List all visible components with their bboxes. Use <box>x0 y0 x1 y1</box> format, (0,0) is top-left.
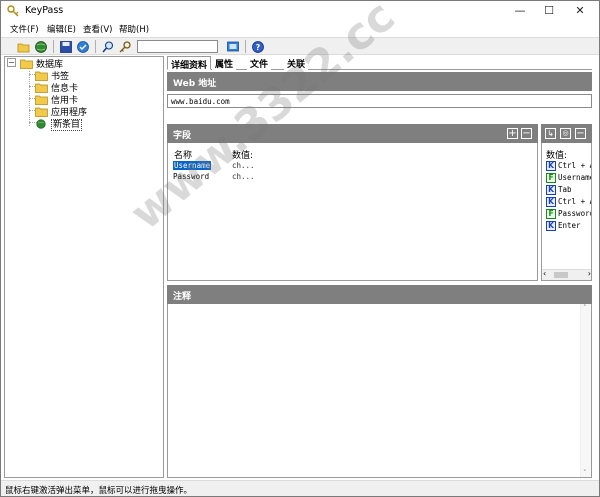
scroll-right-icon[interactable]: › <box>588 269 591 278</box>
tree-collapse-toggle[interactable]: − <box>7 58 16 67</box>
app-window: KeyPass — ☐ ✕ 文件(F) 编辑(E) 查看(V) 帮助(H) ? … <box>0 0 600 497</box>
minimize-button[interactable]: — <box>505 1 535 21</box>
folder-icon <box>35 71 48 81</box>
notes-textarea[interactable]: ˄ ˅ <box>167 304 592 478</box>
svg-text:?: ? <box>256 43 261 52</box>
tree-item-applications[interactable]: 应用程序 <box>35 105 87 118</box>
keystroke-icon: K <box>546 221 556 231</box>
sync-icon[interactable] <box>76 40 90 54</box>
title-bar: KeyPass — ☐ ✕ <box>1 1 599 21</box>
keystroke-icon: K <box>546 185 556 195</box>
tab-relations[interactable]: 关联 <box>284 56 309 70</box>
keystroke-icon: K <box>546 197 556 207</box>
sequence-item[interactable]: K Ctrl + A <box>546 197 591 208</box>
tab-details[interactable]: 详细资料 <box>167 56 212 71</box>
notes-header: 注释 <box>167 285 592 304</box>
maximize-button[interactable]: ☐ <box>534 1 564 21</box>
menu-bar: 文件(F) 编辑(E) 查看(V) 帮助(H) <box>1 22 599 36</box>
tree-item-label: 新条目 <box>51 119 83 131</box>
tree-item-bookmarks[interactable]: 书签 <box>35 69 69 82</box>
globe-entry-icon <box>36 118 46 129</box>
category-tree[interactable] <box>4 56 164 478</box>
open-folder-icon[interactable] <box>17 40 31 54</box>
autotype-settings-button[interactable]: ◎ <box>560 128 571 139</box>
status-bar: 鼠标右键激活弹出菜单，鼠标可以进行拖曳操作。 <box>1 480 599 496</box>
keys-icon <box>7 5 19 17</box>
autotype-remove-button[interactable]: − <box>575 128 586 139</box>
screen-icon[interactable] <box>226 40 240 54</box>
sequence-item[interactable]: F Password <box>546 209 591 220</box>
tree-item-info-card[interactable]: 信息卡 <box>35 81 78 94</box>
field-password-name[interactable]: Password <box>173 172 209 181</box>
sequence-item[interactable]: K Ctrl + A <box>546 161 591 172</box>
toolbar-separator <box>95 40 96 53</box>
save-icon[interactable] <box>59 40 73 54</box>
autotype-insert-button[interactable]: ↳ <box>545 128 556 139</box>
values-header: 数值: <box>546 151 568 161</box>
tab-files[interactable]: 文件 <box>247 56 272 70</box>
folder-icon <box>35 95 48 105</box>
autotype-sequence[interactable]: 数值: K Ctrl + A F Username K Tab K Ctrl + A F… <box>541 143 592 281</box>
menu-help[interactable]: 帮助(H) <box>119 23 149 35</box>
field-icon: F <box>546 209 556 219</box>
scroll-down-icon[interactable]: ˅ <box>583 469 587 477</box>
menu-file[interactable]: 文件(F) <box>10 23 39 35</box>
fields-header-label: 字段 <box>173 131 192 141</box>
folder-icon <box>35 83 48 93</box>
scroll-thumb[interactable] <box>554 272 568 278</box>
tree-item-new-entry[interactable]: 新条目 <box>35 117 83 131</box>
sequence-item[interactable]: F Username <box>546 173 591 184</box>
fields-header: 字段 <box>167 124 538 143</box>
close-button[interactable]: ✕ <box>565 1 595 21</box>
toolbar-separator <box>53 40 54 53</box>
search-icon[interactable] <box>101 40 115 54</box>
search-input[interactable] <box>137 40 218 53</box>
web-address-header: Web 地址 <box>167 72 592 91</box>
toolbar-separator <box>245 40 246 53</box>
horizontal-scrollbar[interactable]: ‹ › <box>542 269 591 280</box>
tree-item-credit-card[interactable]: 信用卡 <box>35 93 78 106</box>
scroll-left-icon[interactable]: ‹ <box>543 269 546 278</box>
menu-view[interactable]: 查看(V) <box>83 23 112 35</box>
menu-edit[interactable]: 编辑(E) <box>47 23 76 35</box>
folder-open-icon <box>20 59 33 69</box>
remove-field-button[interactable]: − <box>521 128 532 139</box>
vertical-scrollbar[interactable]: ˄ ˅ <box>580 304 591 477</box>
toolbar: ? <box>1 37 599 55</box>
field-username-name[interactable]: Username <box>173 161 212 170</box>
globe-icon[interactable] <box>34 40 48 54</box>
tab-properties[interactable]: 属性 <box>212 56 237 70</box>
column-name-header: 名称 <box>174 151 193 161</box>
field-password-value[interactable]: ch... <box>232 172 255 181</box>
column-value-header: 数值: <box>232 151 254 161</box>
field-icon: F <box>546 173 556 183</box>
folder-icon <box>35 107 48 117</box>
sequence-item[interactable]: K Tab <box>546 185 572 196</box>
window-title: KeyPass <box>25 5 64 16</box>
keystroke-icon: K <box>546 161 556 171</box>
sequence-item[interactable]: K Enter <box>546 221 581 232</box>
tab-strip: 详细资料 属性 文件 关联 <box>167 56 592 71</box>
help-icon[interactable]: ? <box>251 40 265 54</box>
tree-item-root[interactable]: 数据库 <box>20 57 63 70</box>
field-username-value[interactable]: ch... <box>232 161 255 170</box>
detail-panel: 详细资料 属性 文件 关联 Web 地址 www.baidu.com 字段 + … <box>167 56 592 478</box>
add-field-button[interactable]: + <box>507 128 518 139</box>
fields-list[interactable]: 名称 数值: Username ch... Password ch... <box>167 143 538 281</box>
key-icon[interactable] <box>118 40 132 54</box>
scroll-up-icon[interactable]: ˄ <box>583 304 587 312</box>
url-field[interactable]: www.baidu.com <box>167 94 592 108</box>
